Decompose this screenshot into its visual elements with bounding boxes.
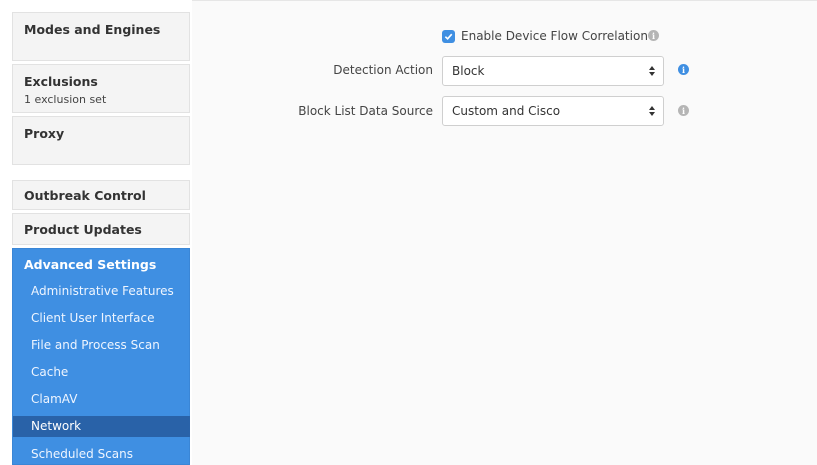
enable-dfc-label: Enable Device Flow Correlation [461, 29, 648, 43]
checkmark-icon [444, 33, 453, 40]
sidebar-item-exclusions[interactable]: Exclusions 1 exclusion set [12, 64, 190, 113]
detection-action-value: Block [452, 64, 485, 78]
sidebar-item-scheduled-scans[interactable]: Scheduled Scans [13, 444, 190, 465]
block-list-source-select[interactable]: Custom and Cisco [442, 96, 664, 126]
sidebar-item-outbreak-control[interactable]: Outbreak Control [12, 180, 190, 210]
sidebar-item-file-and-process-scan[interactable]: File and Process Scan [13, 335, 190, 356]
select-arrows-icon [649, 66, 655, 76]
info-icon[interactable]: i [678, 64, 689, 75]
enable-dfc-checkbox[interactable] [442, 29, 455, 43]
sidebar-item-network[interactable]: Network [13, 416, 190, 437]
enable-dfc-row[interactable]: Enable Device Flow Correlation [442, 28, 648, 44]
sidebar-item-proxy[interactable]: Proxy [12, 116, 190, 165]
sidebar-item-cache[interactable]: Cache [13, 362, 190, 383]
sidebar-item-title: Product Updates [24, 222, 142, 237]
block-list-source-label: Block List Data Source [298, 104, 433, 118]
detection-action-label: Detection Action [333, 63, 433, 77]
sidebar-item-title: Proxy [24, 126, 65, 141]
sidebar-item-product-updates[interactable]: Product Updates [12, 213, 190, 245]
sidebar-item-title: Modes and Engines [24, 22, 161, 37]
select-arrows-icon [649, 106, 655, 116]
block-list-source-value: Custom and Cisco [452, 104, 561, 118]
info-icon[interactable]: i [648, 30, 659, 41]
settings-sidebar: Modes and Engines Exclusions 1 exclusion… [0, 0, 192, 465]
sidebar-item-modes-and-engines[interactable]: Modes and Engines [12, 12, 190, 61]
sidebar-item-title: Exclusions [24, 74, 98, 89]
sidebar-item-clamav[interactable]: ClamAV [13, 389, 190, 410]
info-icon[interactable]: i [678, 105, 689, 116]
sidebar-item-title: Outbreak Control [24, 188, 146, 203]
sidebar-item-subtitle: 1 exclusion set [24, 93, 107, 106]
sidebar-item-client-user-interface[interactable]: Client User Interface [13, 308, 190, 329]
detection-action-select[interactable]: Block [442, 56, 664, 86]
sidebar-section-title[interactable]: Advanced Settings [24, 257, 156, 272]
sidebar-item-administrative-features[interactable]: Administrative Features [13, 281, 190, 302]
sidebar-section-advanced-settings: Advanced Settings Administrative Feature… [12, 248, 190, 465]
